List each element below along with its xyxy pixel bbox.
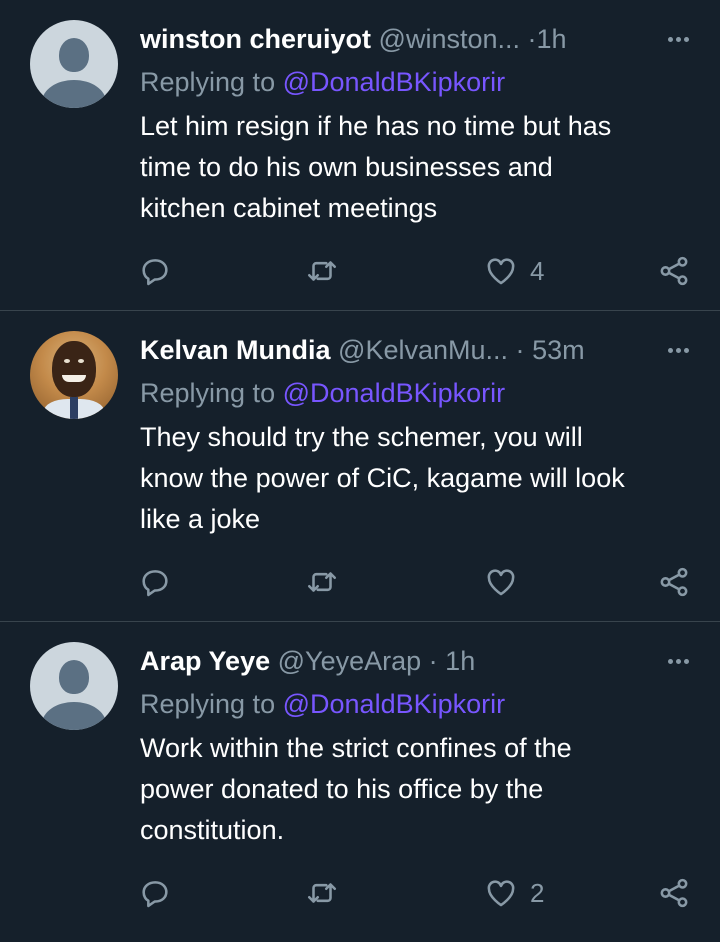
action-bar: 4 <box>0 248 720 292</box>
tweet-text-line: kitchen cabinet meetings <box>140 193 438 223</box>
reply-icon[interactable] <box>138 876 172 910</box>
tweet-reply[interactable]: winston cheruiyot @winston... ·1h Replyi… <box>0 0 720 311</box>
like-count: 4 <box>530 256 545 286</box>
replying-to-line: Replying to @DonaldBKipkorir <box>140 373 505 413</box>
timestamp[interactable]: 1h <box>445 646 475 676</box>
retweet-icon[interactable] <box>305 565 339 599</box>
avatar-photo-tie <box>70 397 78 419</box>
share-icon[interactable] <box>657 876 691 910</box>
reply-icon[interactable] <box>138 254 172 288</box>
author-name[interactable]: Arap Yeye <box>140 646 270 676</box>
tweet-reply[interactable]: Kelvan Mundia @KelvanMu... · 53m Replyin… <box>0 311 720 622</box>
avatar-photo-eye <box>64 359 70 363</box>
more-options-icon[interactable] <box>668 339 690 359</box>
tweet-text-line: Let him resign if he has no time but has <box>140 111 612 141</box>
like-count: 2 <box>530 878 545 908</box>
avatar-photo-smile <box>62 375 86 382</box>
heart-icon[interactable] <box>484 565 518 599</box>
reply-icon[interactable] <box>138 565 172 599</box>
author-name[interactable]: Kelvan Mundia <box>140 335 331 365</box>
tweet-text-line: constitution. <box>140 815 285 845</box>
tweet-text: Work within the strict confines of the p… <box>140 728 700 851</box>
tweet-text: Let him resign if he has no time but has… <box>140 106 700 229</box>
default-avatar-shoulders <box>42 702 106 730</box>
share-icon[interactable] <box>657 254 691 288</box>
tweet-reply[interactable]: Arap Yeye @YeyeArap · 1h Replying to @Do… <box>0 622 720 942</box>
tweet-header: Arap Yeye @YeyeArap · 1h <box>140 640 610 682</box>
avatar[interactable] <box>30 20 118 108</box>
tweet-text: They should try the schemer, you will kn… <box>140 417 700 540</box>
mention-link[interactable]: @DonaldBKipkorir <box>283 378 506 408</box>
replying-to-line: Replying to @DonaldBKipkorir <box>140 684 505 724</box>
default-avatar-head <box>59 660 89 694</box>
tweet-text-line: know the power of CiC, kagame will look <box>140 463 625 493</box>
separator-dot: · <box>428 646 438 676</box>
replying-to-label: Replying to <box>140 67 276 97</box>
action-bar: 2 <box>0 870 720 914</box>
more-options-icon[interactable] <box>668 28 690 48</box>
avatar[interactable] <box>30 642 118 730</box>
timestamp[interactable]: 1h <box>537 24 567 54</box>
more-options-icon[interactable] <box>668 650 690 670</box>
tweet-text-line: They should try the schemer, you will <box>140 422 583 452</box>
tweet-header: Kelvan Mundia @KelvanMu... · 53m <box>140 329 610 371</box>
default-avatar-shoulders <box>42 80 106 108</box>
author-name[interactable]: winston cheruiyot <box>140 24 371 54</box>
tweet-text-line: time to do his own businesses and <box>140 152 553 182</box>
default-avatar-head <box>59 38 89 72</box>
author-handle[interactable]: @KelvanMu... <box>338 335 508 365</box>
avatar-photo-face <box>52 341 96 397</box>
separator-dot: · <box>515 335 525 365</box>
retweet-icon[interactable] <box>305 254 339 288</box>
author-handle[interactable]: @YeyeArap <box>278 646 422 676</box>
heart-icon[interactable] <box>484 876 518 910</box>
action-bar <box>0 559 720 603</box>
mention-link[interactable]: @DonaldBKipkorir <box>283 67 506 97</box>
share-icon[interactable] <box>657 565 691 599</box>
tweet-text-line: Work within the strict confines of the <box>140 733 572 763</box>
avatar-photo-eye <box>78 359 84 363</box>
avatar[interactable] <box>30 331 118 419</box>
tweet-header: winston cheruiyot @winston... ·1h <box>140 18 610 60</box>
author-handle[interactable]: @winston... <box>379 24 520 54</box>
tweet-text-line: like a joke <box>140 504 261 534</box>
retweet-icon[interactable] <box>305 876 339 910</box>
replying-to-label: Replying to <box>140 378 276 408</box>
heart-icon[interactable] <box>484 254 518 288</box>
separator-dot: · <box>527 24 537 54</box>
replying-to-label: Replying to <box>140 689 276 719</box>
mention-link[interactable]: @DonaldBKipkorir <box>283 689 506 719</box>
replying-to-line: Replying to @DonaldBKipkorir <box>140 62 505 102</box>
timestamp[interactable]: 53m <box>532 335 585 365</box>
tweet-text-line: power donated to his office by the <box>140 774 544 804</box>
